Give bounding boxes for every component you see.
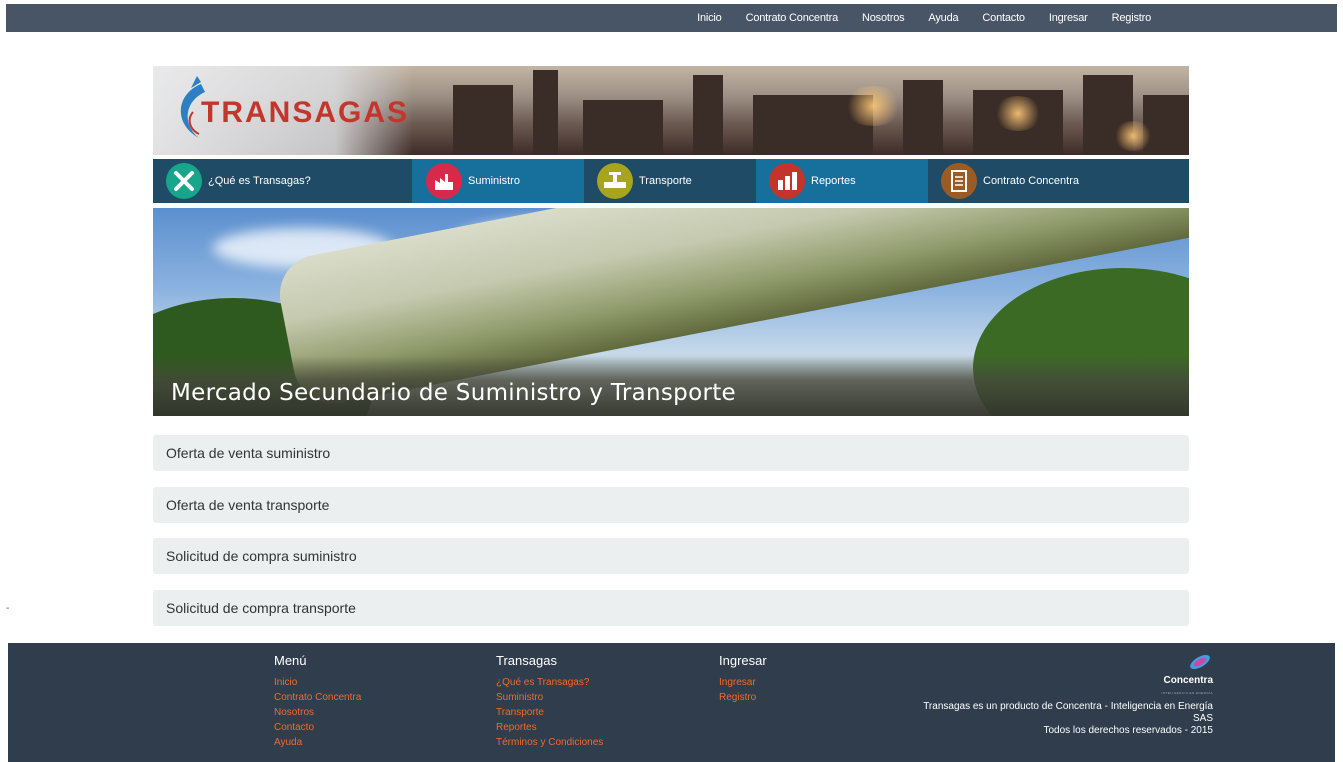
accordion-label: Solicitud de compra transporte [166,600,356,616]
nav-ayuda[interactable]: Ayuda [916,12,970,24]
top-nav-links: Inicio Contrato Concentra Nosotros Ayuda… [685,4,1163,32]
footer: Menú Inicio Contrato Concentra Nosotros … [8,643,1335,762]
tools-icon [166,163,202,199]
category-transporte[interactable]: Transporte [584,159,756,203]
category-que-es-transagas[interactable]: ¿Qué es Transagas? [153,159,412,203]
category-label: Transporte [639,175,692,187]
concentra-tagline: INTELIGENCIA EN ENERGÍA [1161,691,1213,695]
footer-link-reportes[interactable]: Reportes [496,720,603,735]
category-contrato-concentra[interactable]: Contrato Concentra [928,159,1189,203]
document-icon [941,163,977,199]
footer-column-title: Transagas [496,653,557,668]
nav-registro[interactable]: Registro [1100,12,1163,24]
category-bar: ¿Qué es Transagas? Suministro Transporte… [153,159,1189,203]
footer-ingresar-column: Ingresar Ingresar Registro [719,653,767,705]
footer-column-title: Menú [274,653,307,668]
footer-link-ayuda[interactable]: Ayuda [274,735,361,750]
accordion-label: Oferta de venta suministro [166,445,331,461]
nav-contacto[interactable]: Contacto [970,12,1036,24]
footer-link-suministro[interactable]: Suministro [496,690,603,705]
accordion-solicitud-compra-suministro[interactable]: Solicitud de compra suministro [153,538,1189,574]
accordion-oferta-venta-suministro[interactable]: Oferta de venta suministro [153,435,1189,471]
footer-link-terminos[interactable]: Términos y Condiciones [496,735,603,750]
footer-column-title: Ingresar [719,653,767,668]
footer-copyright: Concentra INTELIGENCIA EN ENERGÍA Transa… [913,653,1213,737]
category-label: Contrato Concentra [983,175,1079,187]
footer-link-contrato-concentra[interactable]: Contrato Concentra [274,690,361,705]
category-suministro[interactable]: Suministro [412,159,584,203]
nav-contrato-concentra[interactable]: Contrato Concentra [734,12,850,24]
footer-link-inicio[interactable]: Inicio [274,675,361,690]
concentra-brand-name: Concentra [1163,675,1213,686]
valve-icon [597,163,633,199]
footer-link-ingresar[interactable]: Ingresar [719,675,767,690]
category-label: ¿Qué es Transagas? [208,175,311,187]
footer-menu-column: Menú Inicio Contrato Concentra Nosotros … [274,653,361,750]
category-label: Suministro [468,175,520,187]
accordion-oferta-venta-transporte[interactable]: Oferta de venta transporte [153,487,1189,523]
category-reportes[interactable]: Reportes [756,159,928,203]
accordion-solicitud-compra-transporte[interactable]: Solicitud de compra transporte [153,590,1189,626]
footer-link-que-es-transagas[interactable]: ¿Qué es Transagas? [496,675,603,690]
hero-image: Mercado Secundario de Suministro y Trans… [153,208,1189,416]
header-banner: TRANSAGAS [153,66,1189,155]
nav-ingresar[interactable]: Ingresar [1037,12,1100,24]
footer-link-registro[interactable]: Registro [719,690,767,705]
top-navbar: Inicio Contrato Concentra Nosotros Ayuda… [6,4,1337,32]
footer-link-transporte[interactable]: Transporte [496,705,603,720]
concentra-logo-icon [1187,653,1213,675]
factory-icon [426,163,462,199]
hero-title: Mercado Secundario de Suministro y Trans… [171,380,736,406]
copyright-line-1: Transagas es un producto de Concentra - … [923,701,1213,724]
category-label: Reportes [811,175,856,187]
footer-transagas-column: Transagas ¿Qué es Transagas? Suministro … [496,653,603,750]
stray-mark: - [6,603,10,614]
accordion-label: Oferta de venta transporte [166,497,330,513]
nav-inicio[interactable]: Inicio [685,12,733,24]
copyright-line-2: Todos los derechos reservados - 2015 [1043,725,1213,736]
footer-link-nosotros[interactable]: Nosotros [274,705,361,720]
accordion-label: Solicitud de compra suministro [166,548,357,564]
bar-chart-icon [769,163,805,199]
nav-nosotros[interactable]: Nosotros [850,12,916,24]
footer-link-contacto[interactable]: Contacto [274,720,361,735]
logo-text[interactable]: TRANSAGAS [201,96,409,130]
